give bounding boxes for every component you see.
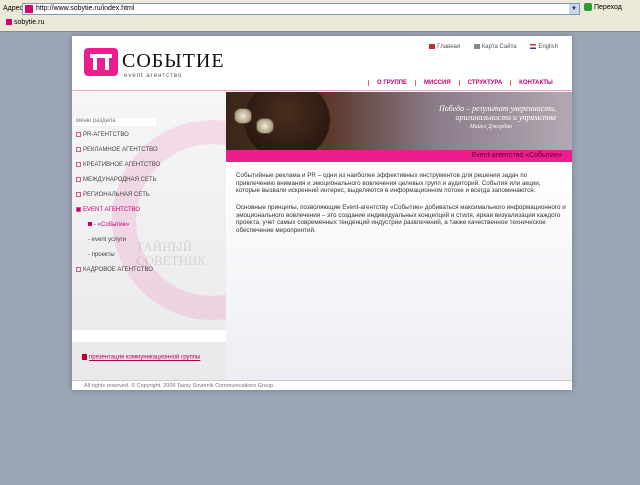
nav-mission[interactable]: МИССИЯ bbox=[415, 80, 459, 86]
pdf-icon bbox=[82, 354, 87, 360]
banner-image: Победа – результат уверенности, оригинал… bbox=[226, 92, 572, 150]
bullet-icon bbox=[76, 207, 81, 212]
sidebar-subitem-label: - event услуги bbox=[88, 237, 126, 243]
tab-bar: sobytie.ru bbox=[0, 16, 640, 32]
ring-image bbox=[234, 108, 252, 124]
bullet-icon bbox=[76, 147, 81, 152]
sidebar: меню раздела PR-АГЕНТСТВО РЕКЛАМНОЕ АГЕН… bbox=[72, 92, 226, 380]
main-content: Событийные реклама и PR – одни из наибол… bbox=[226, 162, 572, 380]
sidebar-item-event[interactable]: EVENT АГЕНТСТВО bbox=[76, 207, 160, 222]
copyright-text: All rights reserved. © Copyright, 2009 T… bbox=[84, 383, 275, 389]
sitemap-icon bbox=[473, 44, 480, 49]
home-label: Главная bbox=[437, 44, 461, 51]
quote-author: Майкл Джордан bbox=[469, 124, 512, 130]
sidebar-item-label: МЕЖДУНАРОДНАЯ СЕТЬ bbox=[83, 177, 157, 184]
sidebar-divider bbox=[72, 330, 226, 342]
page-icon bbox=[6, 19, 12, 26]
sidebar-item-international[interactable]: МЕЖДУНАРОДНАЯ СЕТЬ bbox=[76, 177, 160, 192]
sidebar-item-label: РЕКЛАМНОЕ АГЕНТСТВО bbox=[83, 147, 158, 154]
sidebar-item-advertising[interactable]: РЕКЛАМНОЕ АГЕНТСТВО bbox=[76, 147, 160, 162]
presentation-link[interactable]: презентация коммуникационной группы bbox=[82, 354, 200, 361]
presentation-link-label: презентация коммуникационной группы bbox=[89, 354, 201, 361]
bullet-icon bbox=[76, 192, 81, 197]
chevron-down-icon[interactable]: ▼ bbox=[569, 4, 579, 14]
address-bar[interactable]: http://www.sobytie.ru/index.html ▼ bbox=[22, 3, 580, 15]
bullet-icon bbox=[88, 222, 92, 227]
content-paragraph: Основные принципы, позволяющие Event-аге… bbox=[236, 204, 566, 235]
sidebar-item-regional[interactable]: РЕГИОНАЛЬНАЯ СЕТЬ bbox=[76, 192, 160, 207]
nav-contacts[interactable]: КОНТАКТЫ bbox=[510, 80, 561, 86]
banner-quote: Победа – результат уверенности, оригинал… bbox=[438, 104, 556, 122]
sidebar-item-creative[interactable]: КРЕАТИВНОЕ АГЕНТСТВО bbox=[76, 162, 160, 177]
flag-icon bbox=[530, 44, 537, 49]
sidebar-item-hr[interactable]: КАДРОВОЕ АГЕНТСТВО bbox=[76, 267, 160, 282]
ring-image bbox=[256, 118, 274, 134]
favicon-icon bbox=[25, 5, 33, 13]
web-page: СОБЫТИЕ event агентство Главная Карта Са… bbox=[72, 36, 572, 390]
address-value[interactable]: http://www.sobytie.ru/index.html bbox=[36, 5, 134, 12]
sidebar-item-pr[interactable]: PR-АГЕНТСТВО bbox=[76, 132, 160, 147]
sidebar-subitem-sobytie[interactable]: - «Событие» bbox=[76, 222, 160, 237]
tab-label: sobytie.ru bbox=[14, 19, 45, 26]
content-paragraph: Событийные реклама и PR – одни из наибол… bbox=[236, 172, 541, 195]
go-button[interactable]: Переход bbox=[584, 3, 638, 15]
sidebar-title: меню раздела bbox=[74, 118, 156, 126]
watermark-text: ТАЙНЫЙ СОВЕТНИК bbox=[136, 239, 207, 268]
home-link[interactable]: Главная bbox=[429, 44, 460, 50]
footer: All rights reserved. © Copyright, 2009 T… bbox=[72, 380, 572, 390]
sidebar-item-label: РЕГИОНАЛЬНАЯ СЕТЬ bbox=[83, 192, 150, 199]
top-links: Главная Карта Сайта English bbox=[417, 44, 558, 50]
bullet-icon bbox=[76, 132, 81, 137]
logo-subtitle: event агентство bbox=[124, 73, 183, 79]
nav-about[interactable]: О ГРУППЕ bbox=[368, 80, 415, 86]
bullet-icon bbox=[76, 162, 81, 167]
sidebar-subitem-label: - проекты bbox=[88, 252, 115, 258]
bullet-icon bbox=[76, 177, 81, 182]
sidebar-subitem-label: - «Событие» bbox=[94, 222, 130, 228]
logo-icon[interactable] bbox=[84, 48, 118, 76]
home-icon bbox=[429, 44, 436, 49]
english-link[interactable]: English bbox=[530, 44, 558, 50]
go-label: Переход bbox=[594, 3, 622, 11]
sidebar-item-label: PR-АГЕНТСТВО bbox=[83, 132, 129, 139]
browser-tab[interactable]: sobytie.ru bbox=[6, 19, 44, 26]
nav-structure[interactable]: СТРУКТУРА bbox=[458, 80, 511, 86]
sitemap-link[interactable]: Карта Сайта bbox=[473, 44, 517, 51]
bullet-icon bbox=[76, 267, 81, 272]
section-strip-title: Event-агентство «Событие» bbox=[471, 152, 562, 159]
english-label: English bbox=[538, 44, 558, 51]
go-arrow-icon bbox=[584, 3, 592, 11]
section-strip: Event-агентство «Событие» bbox=[226, 150, 572, 162]
logo-title[interactable]: СОБЫТИЕ bbox=[122, 50, 225, 73]
sitemap-label: Карта Сайта bbox=[481, 44, 517, 51]
sidebar-item-label: КРЕАТИВНОЕ АГЕНТСТВО bbox=[83, 162, 161, 169]
sidebar-item-label: EVENT АГЕНТСТВО bbox=[83, 207, 141, 214]
nav-divider bbox=[72, 90, 572, 91]
